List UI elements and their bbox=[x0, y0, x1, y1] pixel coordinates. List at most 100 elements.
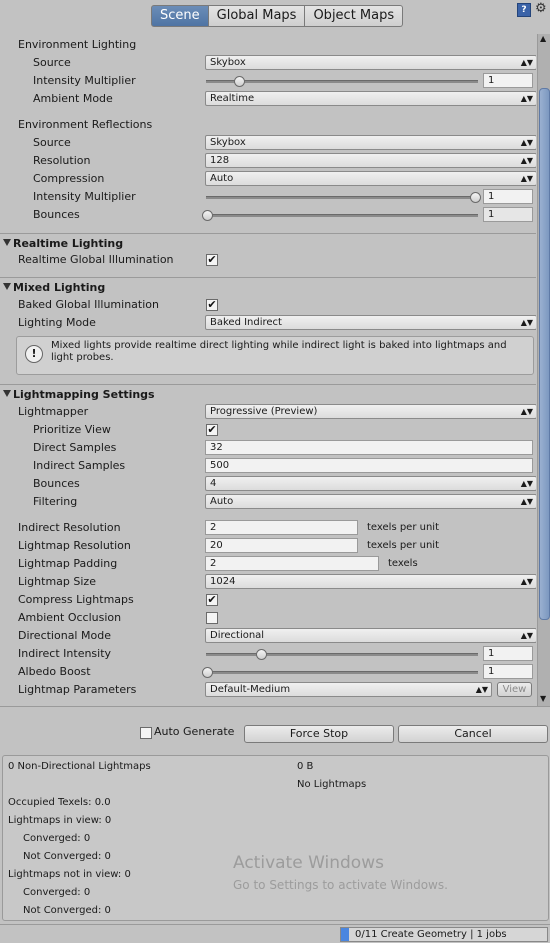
refl-source-row: Source Skybox ▲▼ bbox=[0, 134, 536, 152]
env-intensity-slider[interactable] bbox=[206, 80, 478, 83]
help-book-icon[interactable]: ? bbox=[517, 3, 531, 17]
refl-source-value: Skybox bbox=[210, 137, 246, 148]
refl-compression-dropdown[interactable]: Auto ▲▼ bbox=[205, 171, 536, 186]
lightmaps-in-view: Lightmaps in view: 0 bbox=[8, 815, 112, 826]
filtering-dropdown[interactable]: Auto ▲▼ bbox=[205, 494, 536, 509]
direct-samples-field[interactable]: 32 bbox=[205, 440, 533, 455]
baked-gi-checkbox[interactable]: ✔ bbox=[206, 299, 218, 311]
lightmap-padding-unit: texels bbox=[388, 558, 418, 569]
indirect-intensity-field[interactable]: 1 bbox=[483, 646, 533, 661]
lightmapping-settings-title: Lightmapping Settings bbox=[13, 388, 155, 401]
indirect-resolution-unit: texels per unit bbox=[367, 522, 439, 533]
compress-lightmaps-row: Compress Lightmaps ✔ bbox=[0, 591, 536, 609]
directional-mode-dropdown[interactable]: Directional ▲▼ bbox=[205, 628, 536, 643]
prioritize-view-checkbox[interactable]: ✔ bbox=[206, 424, 218, 436]
indirect-resolution-field[interactable]: 2 bbox=[205, 520, 358, 535]
bake-controls-bar: Auto Generate Force Stop Cancel bbox=[0, 706, 550, 755]
tab-group: Scene Global Maps Object Maps bbox=[151, 5, 404, 27]
refl-bounces-slider[interactable] bbox=[206, 214, 478, 217]
tab-object-maps[interactable]: Object Maps bbox=[305, 5, 404, 27]
lm-bounces-value: 4 bbox=[210, 478, 217, 489]
tab-scene[interactable]: Scene bbox=[151, 5, 209, 27]
indirect-samples-row: Indirect Samples 500 bbox=[0, 457, 536, 475]
realtime-gi-checkbox[interactable]: ✔ bbox=[206, 254, 218, 266]
tab-global-maps[interactable]: Global Maps bbox=[208, 5, 306, 27]
bake-progress-bar: 0/11 Create Geometry | 1 jobs bbox=[340, 927, 548, 942]
albedo-boost-slider[interactable] bbox=[206, 671, 478, 674]
scrollbar-thumb[interactable] bbox=[539, 88, 550, 620]
env-reflections-header-row: Environment Reflections bbox=[0, 116, 536, 134]
lm-bounces-row: Bounces 4 ▲▼ bbox=[0, 475, 536, 493]
scroll-up-arrow-icon[interactable]: ▲ bbox=[540, 34, 546, 43]
directional-mode-label: Directional Mode bbox=[18, 629, 111, 642]
refl-bounces-field[interactable]: 1 bbox=[483, 207, 533, 222]
dropdown-arrow-icon: ▲▼ bbox=[520, 497, 533, 506]
refl-bounces-row: Bounces 1 bbox=[0, 206, 536, 224]
scroll-down-arrow-icon[interactable]: ▼ bbox=[540, 694, 546, 703]
indirect-resolution-row: Indirect Resolution 2 texels per unit bbox=[0, 519, 536, 537]
indirect-intensity-label: Indirect Intensity bbox=[18, 647, 112, 660]
ambient-mode-row: Ambient Mode Realtime ▲▼ bbox=[0, 90, 536, 108]
refl-resolution-value: 128 bbox=[210, 155, 230, 166]
env-reflections-header: Environment Reflections bbox=[18, 118, 153, 131]
filtering-row: Filtering Auto ▲▼ bbox=[0, 493, 536, 511]
lightmap-resolution-row: Lightmap Resolution 20 texels per unit bbox=[0, 537, 536, 555]
compress-lightmaps-checkbox[interactable]: ✔ bbox=[206, 594, 218, 606]
ambient-mode-dropdown[interactable]: Realtime ▲▼ bbox=[205, 91, 536, 106]
auto-generate-checkbox[interactable] bbox=[140, 727, 152, 739]
mixed-lighting-foldout[interactable]: Mixed Lighting bbox=[0, 280, 536, 296]
direct-samples-label: Direct Samples bbox=[33, 441, 117, 454]
lm-bounces-dropdown[interactable]: 4 ▲▼ bbox=[205, 476, 536, 491]
indirect-samples-field[interactable]: 500 bbox=[205, 458, 533, 473]
lighting-mode-value: Baked Indirect bbox=[210, 317, 282, 328]
activate-windows-watermark: Activate Windows bbox=[233, 853, 384, 873]
dropdown-arrow-icon: ▲▼ bbox=[520, 138, 533, 147]
env-lighting-header: Environment Lighting bbox=[18, 38, 137, 51]
indirect-samples-label: Indirect Samples bbox=[33, 459, 126, 472]
env-intensity-slider-thumb[interactable] bbox=[234, 76, 246, 87]
indirect-intensity-slider-thumb[interactable] bbox=[255, 649, 267, 660]
lightmap-resolution-field[interactable]: 20 bbox=[205, 538, 358, 553]
refl-intensity-slider[interactable] bbox=[206, 196, 478, 199]
albedo-boost-field[interactable]: 1 bbox=[483, 664, 533, 679]
dropdown-arrow-icon: ▲▼ bbox=[520, 58, 533, 67]
env-source-dropdown[interactable]: Skybox ▲▼ bbox=[205, 55, 536, 70]
section-divider bbox=[0, 384, 536, 385]
directional-mode-value: Directional bbox=[210, 630, 265, 641]
baked-gi-label: Baked Global Illumination bbox=[18, 298, 159, 311]
foldout-triangle-icon bbox=[3, 239, 11, 246]
direct-samples-row: Direct Samples 32 bbox=[0, 439, 536, 457]
compress-lightmaps-label: Compress Lightmaps bbox=[18, 593, 134, 606]
lighting-mode-row: Lighting Mode Baked Indirect ▲▼ bbox=[0, 314, 536, 332]
auto-generate-label: Auto Generate bbox=[154, 725, 235, 738]
panel-scrollbar[interactable]: ▲ ▼ bbox=[537, 34, 550, 706]
lightmapper-value: Progressive (Preview) bbox=[210, 406, 318, 417]
cancel-button[interactable]: Cancel bbox=[398, 725, 548, 743]
ambient-mode-value: Realtime bbox=[210, 93, 255, 104]
indirect-intensity-slider[interactable] bbox=[206, 653, 478, 656]
lighting-mode-dropdown[interactable]: Baked Indirect ▲▼ bbox=[205, 315, 536, 330]
force-stop-button[interactable]: Force Stop bbox=[244, 725, 394, 743]
env-intensity-field[interactable]: 1 bbox=[483, 73, 533, 88]
lightmap-memory-size: 0 B bbox=[297, 761, 314, 772]
lightmapper-dropdown[interactable]: Progressive (Preview) ▲▼ bbox=[205, 404, 536, 419]
refl-resolution-dropdown[interactable]: 128 ▲▼ bbox=[205, 153, 536, 168]
lightmap-resolution-unit: texels per unit bbox=[367, 540, 439, 551]
refl-bounces-slider-thumb[interactable] bbox=[202, 210, 213, 221]
albedo-boost-slider-thumb[interactable] bbox=[202, 667, 213, 678]
refl-intensity-field[interactable]: 1 bbox=[483, 189, 533, 204]
lightmap-padding-label: Lightmap Padding bbox=[18, 557, 118, 570]
in-view-converged: Converged: 0 bbox=[23, 833, 91, 844]
realtime-lighting-foldout[interactable]: Realtime Lighting bbox=[0, 236, 536, 252]
lightmapping-settings-foldout[interactable]: Lightmapping Settings bbox=[0, 387, 536, 403]
ambient-occlusion-checkbox[interactable] bbox=[206, 612, 218, 624]
lightmap-size-dropdown[interactable]: 1024 ▲▼ bbox=[205, 574, 536, 589]
prioritize-view-label: Prioritize View bbox=[33, 423, 111, 436]
refl-source-dropdown[interactable]: Skybox ▲▼ bbox=[205, 135, 536, 150]
lightmap-parameters-dropdown[interactable]: Default-Medium ▲▼ bbox=[205, 682, 492, 697]
refl-intensity-slider-thumb[interactable] bbox=[470, 192, 481, 203]
lightmap-padding-field[interactable]: 2 bbox=[205, 556, 379, 571]
env-source-value: Skybox bbox=[210, 57, 246, 68]
view-button[interactable]: View bbox=[497, 682, 532, 697]
gear-icon[interactable]: ⚙ bbox=[535, 1, 547, 16]
